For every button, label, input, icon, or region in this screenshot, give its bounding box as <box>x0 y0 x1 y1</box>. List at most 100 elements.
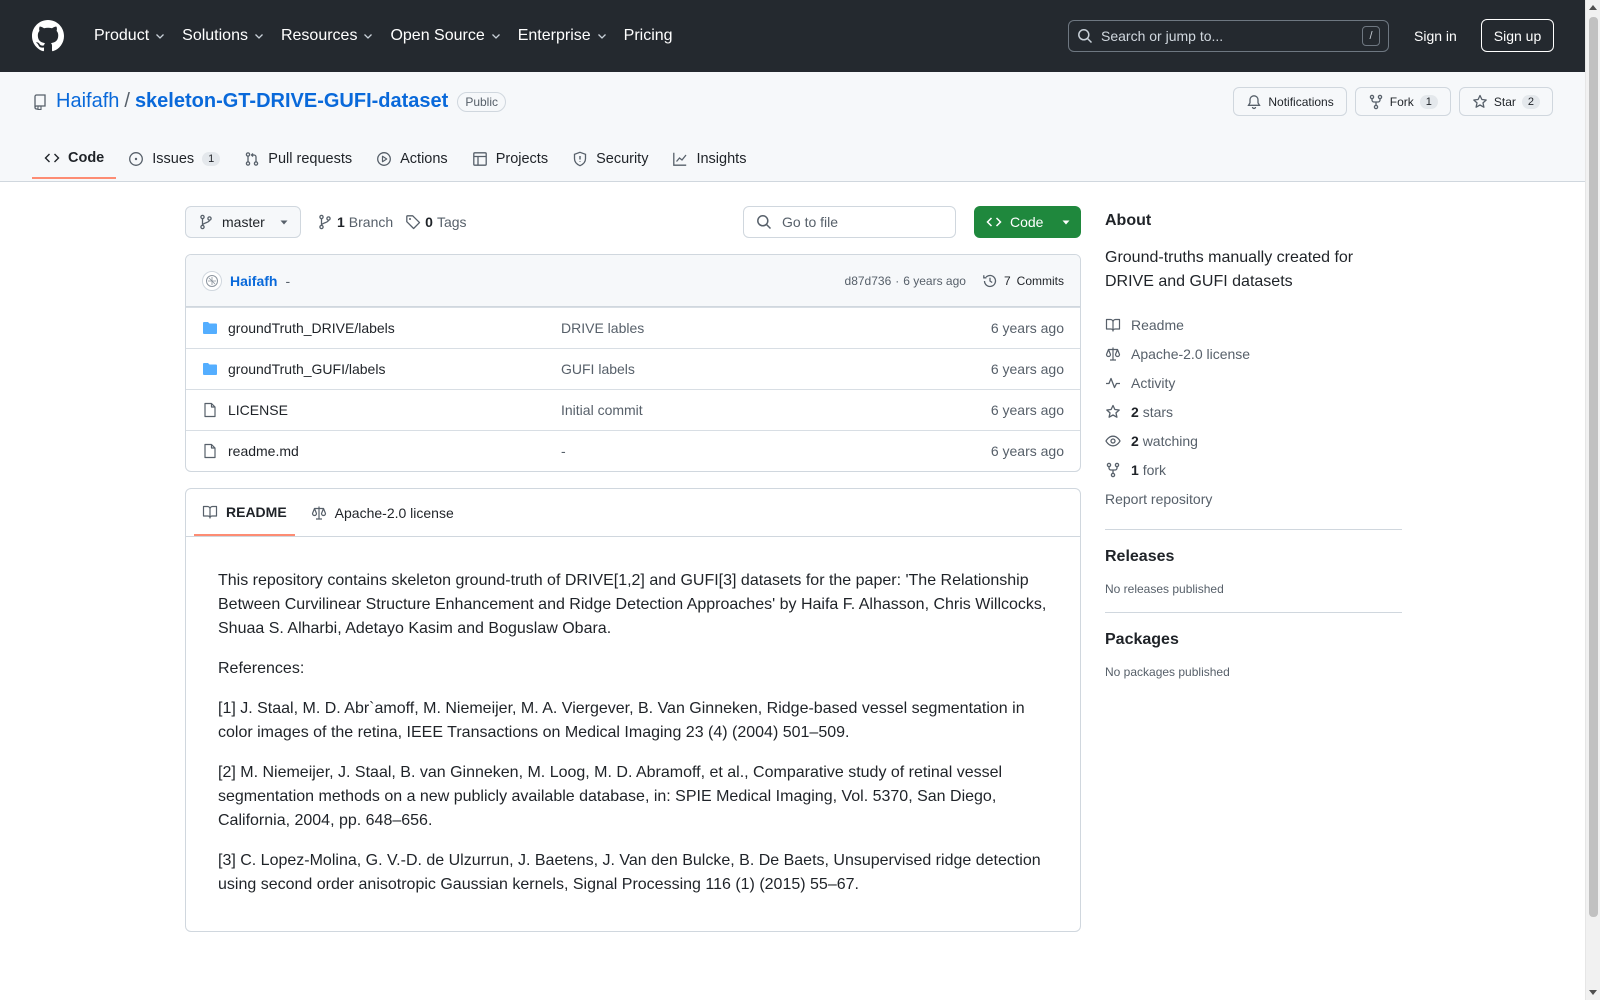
nav-resources[interactable]: Resources <box>273 20 382 52</box>
tab-label: Issues <box>152 151 195 167</box>
pulse-icon <box>1105 375 1121 391</box>
nav-label: Solutions <box>182 27 248 44</box>
issues-counter: 1 <box>202 152 221 166</box>
activity-link-label: Activity <box>1131 374 1176 391</box>
watchers-link[interactable]: 2 watching <box>1105 426 1402 455</box>
github-logo-icon[interactable] <box>32 20 64 52</box>
file-name-link[interactable]: groundTruth_GUFI/labels <box>228 361 561 377</box>
tab-projects[interactable]: Projects <box>460 139 560 179</box>
global-search-input[interactable]: Search or jump to... / <box>1068 20 1389 52</box>
code-dropdown-button[interactable]: Code <box>974 206 1081 238</box>
repo-owner-link[interactable]: Haifafh <box>56 90 119 113</box>
sign-in-link[interactable]: Sign in <box>1412 22 1459 50</box>
tab-readme[interactable]: README <box>194 489 295 536</box>
license-link-label: Apache-2.0 license <box>1131 345 1251 362</box>
commit-author-link[interactable]: Haifafh <box>230 273 277 289</box>
notifications-button[interactable]: Notifications <box>1233 87 1347 116</box>
readme-link[interactable]: Readme <box>1105 310 1402 339</box>
book-icon <box>1105 317 1121 333</box>
file-commit-message[interactable]: Initial commit <box>561 402 991 418</box>
table-row[interactable]: groundTruth_GUFI/labels GUFI labels 6 ye… <box>186 348 1080 389</box>
chevron-down-icon <box>596 30 608 42</box>
releases-empty: No releases published <box>1105 582 1224 596</box>
tab-insights[interactable]: Insights <box>660 139 758 179</box>
notifications-label: Notifications <box>1268 94 1334 109</box>
tags-link[interactable]: 0 Tags <box>405 214 467 230</box>
star-counter: 2 <box>1521 94 1540 109</box>
license-tab-label: Apache-2.0 license <box>334 504 454 521</box>
about-heading: About <box>1105 212 1152 229</box>
forks-label: fork <box>1142 461 1167 478</box>
branch-name: master <box>222 214 265 230</box>
file-commit-message[interactable]: DRIVE lables <box>561 320 991 336</box>
activity-link[interactable]: Activity <box>1105 368 1402 397</box>
commits-history-link[interactable]: 7 Commits <box>982 273 1064 289</box>
branch-icon <box>198 214 214 230</box>
tag-count: 0 <box>425 214 433 230</box>
fork-icon <box>1105 462 1121 478</box>
forks-link[interactable]: 1 fork <box>1105 455 1402 484</box>
play-icon <box>376 151 392 167</box>
file-date: 6 years ago <box>990 402 1064 418</box>
tag-icon <box>405 214 421 230</box>
page-scrollbar[interactable] <box>1585 0 1600 1000</box>
repo-name-link[interactable]: skeleton-GT-DRIVE-GUFI-dataset <box>135 90 448 113</box>
branch-select-button[interactable]: master <box>185 206 301 238</box>
tab-label: Pull requests <box>268 151 353 167</box>
table-row[interactable]: LICENSE Initial commit 6 years ago <box>186 389 1080 430</box>
file-commit-message[interactable]: GUFI labels <box>561 361 991 377</box>
go-to-file-input[interactable]: Go to file <box>743 206 956 238</box>
scroll-down-icon[interactable] <box>1589 990 1597 995</box>
forks-count: 1 <box>1131 461 1139 478</box>
readme-paragraph: This repository contains skeleton ground… <box>218 572 1047 637</box>
law-icon <box>1105 346 1121 362</box>
file-name-link[interactable]: LICENSE <box>228 402 561 418</box>
sign-up-button[interactable]: Sign up <box>1481 19 1554 52</box>
nav-solutions[interactable]: Solutions <box>174 20 273 52</box>
tab-label: Insights <box>696 151 747 167</box>
global-header: Product Solutions Resources Open Source … <box>0 0 1585 72</box>
caret-down-icon <box>1061 217 1071 227</box>
branches-link[interactable]: 1 Branch <box>317 214 393 230</box>
stars-link[interactable]: 2 stars <box>1105 397 1402 426</box>
scroll-up-icon[interactable] <box>1589 5 1597 10</box>
releases-heading[interactable]: Releases <box>1105 548 1402 566</box>
table-row[interactable]: readme.md - 6 years ago <box>186 430 1080 471</box>
tab-issues[interactable]: Issues 1 <box>116 139 232 179</box>
commit-hash[interactable]: d87d736 <box>845 274 892 288</box>
file-toolbar: master 1 Branch 0 Tags Go to file Code <box>185 206 1081 238</box>
nav-product[interactable]: Product <box>86 20 174 52</box>
repo-title: Haifafh / skeleton-GT-DRIVE-GUFI-dataset… <box>32 90 507 113</box>
chevron-down-icon <box>253 30 265 42</box>
commit-message[interactable]: - <box>285 273 290 289</box>
eye-icon <box>1105 433 1121 449</box>
fork-button[interactable]: Fork 1 <box>1354 87 1451 116</box>
nav-enterprise[interactable]: Enterprise <box>510 20 616 52</box>
repo-sidebar: About Ground-truths manually created for… <box>1105 206 1402 679</box>
tab-license[interactable]: Apache-2.0 license <box>303 489 462 536</box>
scroll-thumb[interactable] <box>1589 17 1598 917</box>
file-commit-message[interactable]: - <box>561 443 991 459</box>
file-name-link[interactable]: readme.md <box>228 443 561 459</box>
star-button[interactable]: Star 2 <box>1458 87 1553 116</box>
tab-code[interactable]: Code <box>32 139 117 179</box>
file-name-link[interactable]: groundTruth_DRIVE/labels <box>228 320 561 336</box>
tab-pull-requests[interactable]: Pull requests <box>232 139 364 179</box>
nav-pricing[interactable]: Pricing <box>616 20 681 52</box>
bell-icon <box>1246 94 1262 110</box>
report-repository-link[interactable]: Report repository <box>1105 484 1402 513</box>
repo-separator: / <box>124 90 130 112</box>
chevron-down-icon <box>362 30 374 42</box>
tab-actions[interactable]: Actions <box>364 139 460 179</box>
global-nav: Product Solutions Resources Open Source … <box>86 20 681 52</box>
watching-label: watching <box>1142 432 1198 449</box>
table-row[interactable]: groundTruth_DRIVE/labels DRIVE lables 6 … <box>186 307 1080 348</box>
avatar[interactable] <box>202 270 222 291</box>
nav-open-source[interactable]: Open Source <box>382 20 509 52</box>
search-icon <box>756 214 772 230</box>
tab-security[interactable]: Security <box>560 139 660 179</box>
license-link[interactable]: Apache-2.0 license <box>1105 339 1402 368</box>
main-column: master 1 Branch 0 Tags Go to file Code H… <box>185 206 1081 932</box>
packages-heading[interactable]: Packages <box>1105 631 1402 649</box>
caret-down-icon <box>279 217 289 227</box>
